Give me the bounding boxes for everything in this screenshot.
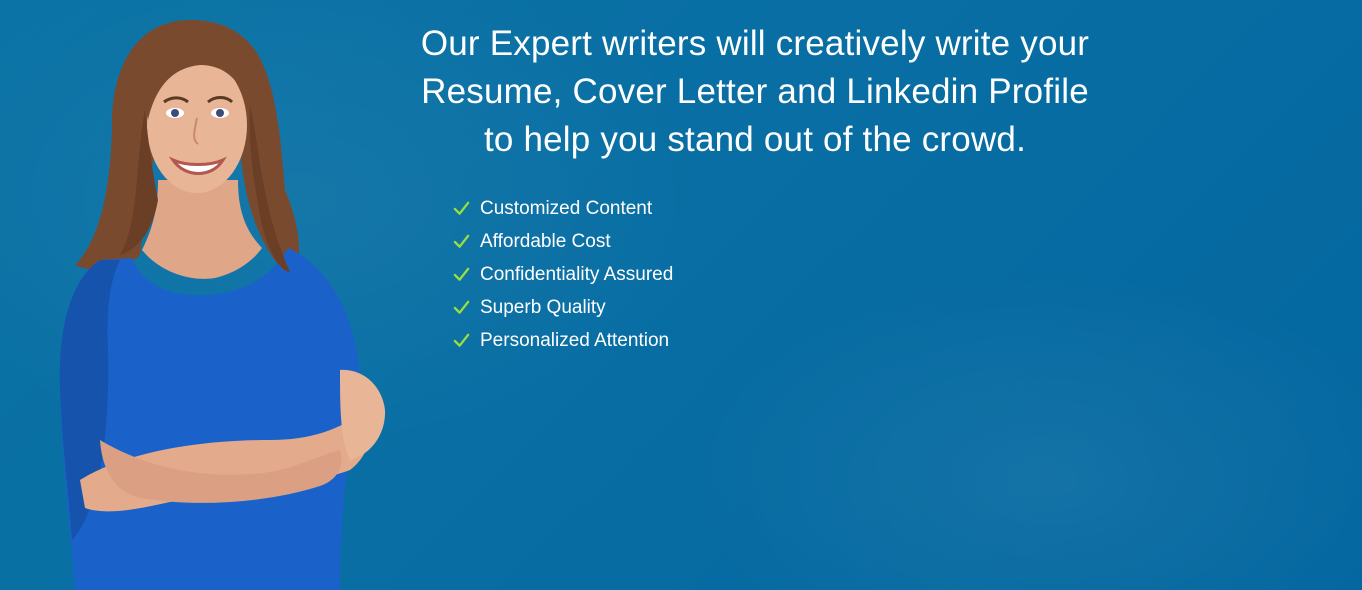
headline: Our Expert writers will creatively write… bbox=[345, 20, 1165, 164]
feature-label: Confidentiality Assured bbox=[480, 263, 674, 285]
feature-list: Customized Content Affordable Cost Confi… bbox=[452, 192, 673, 357]
feature-item: Superb Quality bbox=[452, 291, 673, 324]
hero-banner: Our Expert writers will creatively write… bbox=[0, 0, 1362, 590]
feature-item: Confidentiality Assured bbox=[452, 258, 673, 291]
headline-line-2: Resume, Cover Letter and Linkedin Profil… bbox=[421, 72, 1089, 111]
feature-item: Personalized Attention bbox=[452, 324, 673, 357]
headline-line-3: to help you stand out of the crowd. bbox=[483, 120, 1027, 159]
feature-label: Affordable Cost bbox=[480, 230, 611, 252]
feature-label: Superb Quality bbox=[480, 296, 606, 318]
feature-label: Customized Content bbox=[480, 197, 653, 219]
check-icon bbox=[453, 333, 470, 347]
feature-label: Personalized Attention bbox=[480, 329, 670, 351]
feature-item: Customized Content bbox=[452, 192, 673, 225]
check-icon bbox=[453, 267, 470, 281]
check-icon bbox=[453, 201, 470, 215]
feature-item: Affordable Cost bbox=[452, 225, 673, 258]
check-icon bbox=[453, 300, 470, 314]
check-icon bbox=[453, 234, 470, 248]
headline-line-1: Our Expert writers will creatively write… bbox=[420, 24, 1090, 63]
